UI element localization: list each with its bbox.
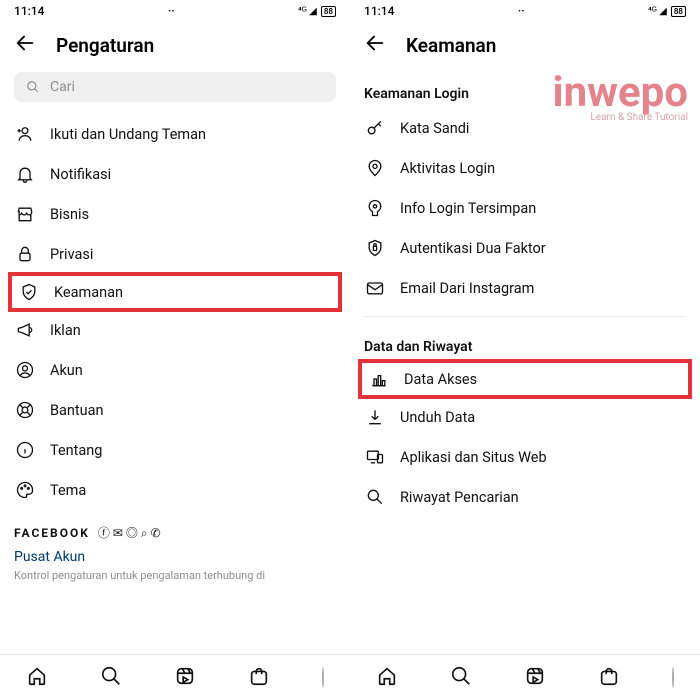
section-data-history: Data dan Riwayat xyxy=(350,325,700,361)
header: Pengaturan xyxy=(0,20,350,72)
search-input[interactable]: Cari xyxy=(14,72,336,102)
palette-icon xyxy=(14,480,36,500)
menu-label: Notifikasi xyxy=(50,166,111,183)
pane-security: 11:14 ·· ⁴ᴳ ◢ 88 Keamanan inwepo Learn &… xyxy=(350,0,700,700)
nav-reels-icon[interactable] xyxy=(174,665,196,691)
menu-item-login-activity[interactable]: Aktivitas Login xyxy=(350,148,700,188)
download-icon xyxy=(364,407,386,427)
key-icon xyxy=(364,118,386,138)
menu-item-theme[interactable]: Tema xyxy=(0,470,350,510)
menu-label: Aplikasi dan Situs Web xyxy=(400,449,547,466)
page-title: Pengaturan xyxy=(56,34,154,57)
menu-item-apps-web[interactable]: Aplikasi dan Situs Web xyxy=(350,437,700,477)
menu-item-saved-login[interactable]: Info Login Tersimpan xyxy=(350,188,700,228)
search-icon xyxy=(26,80,40,94)
info-icon xyxy=(14,440,36,460)
menu-label: Data Akses xyxy=(404,371,477,388)
status-icons: ⁴ᴳ ◢ 88 xyxy=(298,6,336,17)
user-circle-icon xyxy=(14,360,36,380)
nav-profile-avatar[interactable] xyxy=(322,668,324,687)
menu-label: Bantuan xyxy=(50,402,104,419)
menu-item-data-access[interactable]: Data Akses xyxy=(358,359,692,399)
location-icon xyxy=(364,158,386,178)
nav-search-icon[interactable] xyxy=(100,665,122,691)
nav-reels-icon[interactable] xyxy=(524,665,546,691)
menu-label: Aktivitas Login xyxy=(400,160,495,177)
keyhole-icon xyxy=(364,198,386,218)
lifebuoy-icon xyxy=(14,400,36,420)
menu-label: Privasi xyxy=(50,246,93,263)
menu-label: Ikuti dan Undang Teman xyxy=(50,126,206,143)
menu-item-invite[interactable]: Ikuti dan Undang Teman xyxy=(0,114,350,154)
status-time: 11:14 xyxy=(364,4,394,18)
bell-icon xyxy=(14,164,36,184)
menu-label: Iklan xyxy=(50,322,81,339)
status-bar: 11:14 ·· ⁴ᴳ ◢ 88 xyxy=(0,0,350,20)
back-icon[interactable] xyxy=(14,32,36,58)
menu-item-search-history[interactable]: Riwayat Pencarian xyxy=(350,477,700,517)
menu-item-privacy[interactable]: Privasi xyxy=(0,234,350,274)
divider xyxy=(364,316,686,317)
menu-label: Bisnis xyxy=(50,206,89,223)
back-icon[interactable] xyxy=(364,32,386,58)
nav-search-icon[interactable] xyxy=(450,665,472,691)
chart-icon xyxy=(368,369,390,389)
nav-profile-avatar[interactable] xyxy=(672,668,674,687)
accounts-center-footnote: Kontrol pengaturan untuk pengalaman terh… xyxy=(0,565,350,586)
mail-icon xyxy=(364,278,386,298)
menu-label: Autentikasi Dua Faktor xyxy=(400,240,546,257)
menu-item-security[interactable]: Keamanan xyxy=(8,272,342,312)
section-login-security: Keamanan Login xyxy=(350,72,700,108)
menu-item-emails[interactable]: Email Dari Instagram xyxy=(350,268,700,308)
menu-label: Tema xyxy=(50,482,86,499)
menu-item-download[interactable]: Unduh Data xyxy=(350,397,700,437)
menu-label: Email Dari Instagram xyxy=(400,280,534,297)
menu-item-password[interactable]: Kata Sandi xyxy=(350,108,700,148)
lock-icon xyxy=(14,244,36,264)
menu-item-business[interactable]: Bisnis xyxy=(0,194,350,234)
menu-item-2fa[interactable]: Autentikasi Dua Faktor xyxy=(350,228,700,268)
nav-shop-icon[interactable] xyxy=(248,665,270,691)
menu-item-about[interactable]: Tentang xyxy=(0,430,350,470)
menu-label: Keamanan xyxy=(54,284,123,301)
shield-lock-icon xyxy=(364,238,386,258)
menu-item-account[interactable]: Akun xyxy=(0,350,350,390)
status-time: 11:14 xyxy=(14,4,44,18)
shield-check-icon xyxy=(18,282,40,302)
menu-label: Riwayat Pencarian xyxy=(400,489,519,506)
menu-label: Unduh Data xyxy=(400,409,475,426)
menu-label: Akun xyxy=(50,362,83,379)
nav-home-icon[interactable] xyxy=(26,665,48,691)
status-bar: 11:14 ·· ⁴ᴳ ◢ 88 xyxy=(350,0,700,20)
menu-item-notif[interactable]: Notifikasi xyxy=(0,154,350,194)
megaphone-icon xyxy=(14,320,36,340)
accounts-center-link[interactable]: Pusat Akun xyxy=(0,541,350,565)
search-icon xyxy=(364,487,386,507)
person-add-icon xyxy=(14,124,36,144)
search-placeholder: Cari xyxy=(50,79,75,95)
header: Keamanan xyxy=(350,20,700,72)
menu-item-help[interactable]: Bantuan xyxy=(0,390,350,430)
page-title: Keamanan xyxy=(406,34,496,57)
menu-label: Info Login Tersimpan xyxy=(400,200,536,217)
facebook-label: FACEBOOK ⓕ ✉ ◎ ⌕ ✆ xyxy=(0,510,350,541)
devices-icon xyxy=(364,447,386,467)
status-icons: ⁴ᴳ ◢ 88 xyxy=(648,6,686,17)
menu-label: Tentang xyxy=(50,442,102,459)
bottom-nav xyxy=(0,654,700,700)
shop-icon xyxy=(14,204,36,224)
menu-item-ads[interactable]: Iklan xyxy=(0,310,350,350)
pane-settings: 11:14 ·· ⁴ᴳ ◢ 88 Pengaturan Cari Ikuti d… xyxy=(0,0,350,700)
settings-menu: Ikuti dan Undang Teman Notifikasi Bisnis… xyxy=(0,114,350,586)
nav-home-icon[interactable] xyxy=(376,665,398,691)
fb-product-icons: ⓕ ✉ ◎ ⌕ ✆ xyxy=(98,524,161,541)
menu-label: Kata Sandi xyxy=(400,120,469,137)
nav-shop-icon[interactable] xyxy=(598,665,620,691)
